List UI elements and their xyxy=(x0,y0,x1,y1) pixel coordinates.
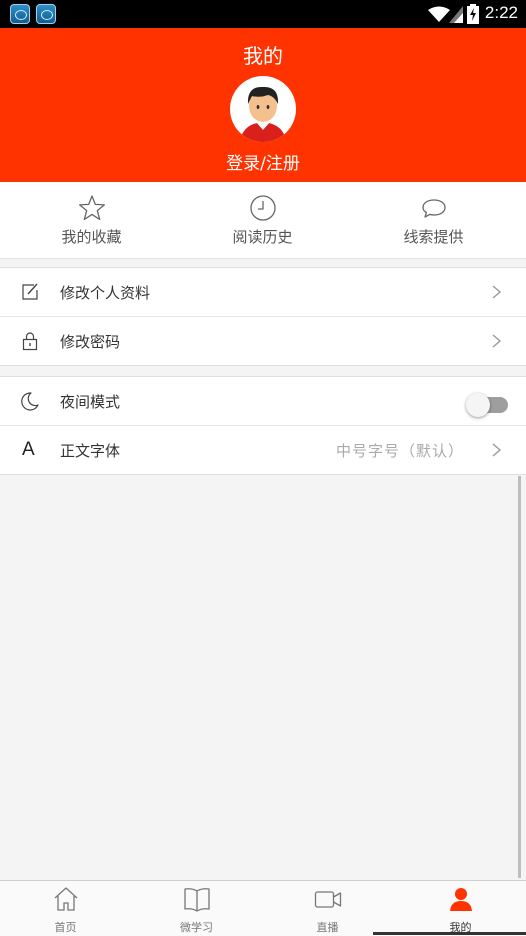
edit-profile-label: 修改个人资料 xyxy=(60,284,151,302)
nav-mine[interactable]: 我的 xyxy=(395,881,526,936)
wifi-icon xyxy=(428,6,450,22)
night-mode-label: 夜间模式 xyxy=(60,393,121,411)
nav-micro-learning[interactable]: 微学习 xyxy=(131,881,262,936)
favorites-label: 我的收藏 xyxy=(61,228,122,246)
submit-tip-label: 线索提供 xyxy=(403,228,464,246)
body-font-label: 正文字体 xyxy=(60,442,121,460)
app-notification-icon xyxy=(36,4,56,24)
nav-live[interactable]: 直播 xyxy=(262,881,393,936)
video-camera-icon xyxy=(314,891,341,908)
home-icon xyxy=(54,887,77,911)
chevron-right-icon xyxy=(492,443,502,457)
clock-icon xyxy=(249,195,276,221)
battery-charging-icon xyxy=(467,4,479,24)
chevron-right-icon xyxy=(492,285,502,299)
edit-icon xyxy=(22,283,38,300)
lock-icon xyxy=(22,332,38,351)
favorites-button[interactable]: 我的收藏 xyxy=(4,182,179,258)
change-password-label: 修改密码 xyxy=(60,333,121,351)
speech-bubble-icon xyxy=(421,199,446,218)
bottom-navigation: 首页 微学习 直播 我的 xyxy=(0,880,526,936)
toggle-knob xyxy=(466,393,490,417)
signal-icon xyxy=(449,6,463,23)
edit-profile-row[interactable]: 修改个人资料 xyxy=(0,268,526,316)
quick-actions-bar: 我的收藏 阅读历史 线索提供 xyxy=(0,182,526,259)
status-time: 2:22 xyxy=(484,3,518,22)
profile-header: 我的 登录/注册 xyxy=(0,28,526,182)
chevron-right-icon xyxy=(492,334,502,348)
app-notification-icon xyxy=(10,4,30,24)
submit-tip-button[interactable]: 线索提供 xyxy=(346,182,521,258)
avatar[interactable] xyxy=(230,76,296,142)
nav-micro-learning-label: 微学习 xyxy=(180,921,213,934)
body-font-row[interactable]: A 正文字体 中号字号（默认） xyxy=(0,425,526,474)
night-mode-toggle[interactable] xyxy=(466,393,508,417)
change-password-row[interactable]: 修改密码 xyxy=(0,316,526,365)
login-register-link[interactable]: 登录/注册 xyxy=(0,149,526,174)
book-icon xyxy=(183,888,210,912)
status-bar: 2:22 xyxy=(0,0,526,28)
nav-home[interactable]: 首页 xyxy=(0,881,131,936)
scrollbar[interactable] xyxy=(518,476,521,878)
display-settings-group: 夜间模式 A 正文字体 中号字号（默认） xyxy=(0,376,526,475)
moon-icon xyxy=(21,392,39,411)
account-settings-group: 修改个人资料 修改密码 xyxy=(0,267,526,366)
page-title: 我的 xyxy=(243,44,283,68)
body-font-value: 中号字号（默认） xyxy=(335,442,464,460)
nav-home-label: 首页 xyxy=(54,921,77,934)
reading-history-button[interactable]: 阅读历史 xyxy=(175,182,350,258)
default-avatar-icon xyxy=(240,86,286,142)
night-mode-row: 夜间模式 xyxy=(0,377,526,425)
font-icon: A xyxy=(22,439,35,460)
star-icon xyxy=(78,195,105,221)
reading-history-label: 阅读历史 xyxy=(232,228,293,246)
person-icon xyxy=(449,888,472,911)
